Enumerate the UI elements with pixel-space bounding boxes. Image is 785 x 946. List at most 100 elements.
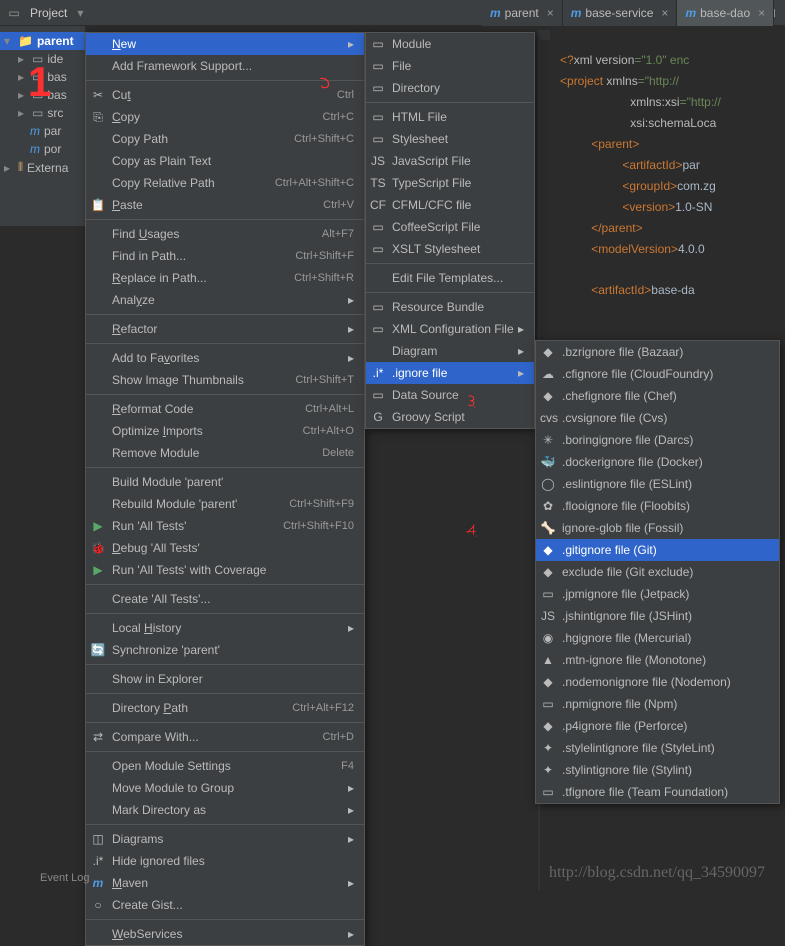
menu-item[interactable]: Optimize ImportsCtrl+Alt+O	[86, 420, 364, 442]
menu-item[interactable]: Add Framework Support...	[86, 55, 364, 77]
menu-item[interactable]: ◆.chefignore file (Chef)	[536, 385, 779, 407]
menu-item[interactable]: 🐞Debug 'All Tests'	[86, 537, 364, 559]
menu-item[interactable]: ▭XML Configuration File▸	[366, 318, 534, 340]
tree-item[interactable]: ▸▭src	[0, 104, 85, 122]
menu-item[interactable]: ✂CutCtrl	[86, 84, 364, 106]
menu-item[interactable]: ◆exclude file (Git exclude)	[536, 561, 779, 583]
shortcut: Ctrl+Alt+F12	[292, 702, 354, 714]
menu-item[interactable]: ◆.p4ignore file (Perforce)	[536, 715, 779, 737]
menu-item[interactable]: ◆.bzrignore file (Bazaar)	[536, 341, 779, 363]
tree-item[interactable]: ▸▭bas	[0, 86, 85, 104]
menu-item[interactable]: Show in Explorer	[86, 668, 364, 690]
menu-item[interactable]: New▸	[86, 33, 364, 55]
menu-item[interactable]: ▭.jpmignore file (Jetpack)	[536, 583, 779, 605]
menu-item[interactable]: Remove ModuleDelete	[86, 442, 364, 464]
menu-item[interactable]: ◆.nodemonignore file (Nodemon)	[536, 671, 779, 693]
menu-item[interactable]: 🔄Synchronize 'parent'	[86, 639, 364, 661]
menu-item[interactable]: ▭Stylesheet	[366, 128, 534, 150]
menu-item[interactable]: ▭Resource Bundle	[366, 296, 534, 318]
menu-item[interactable]: ▶Run 'All Tests'Ctrl+Shift+F10	[86, 515, 364, 537]
menu-item[interactable]: .i*Hide ignored files	[86, 850, 364, 872]
menu-item[interactable]: Create 'All Tests'...	[86, 588, 364, 610]
menu-item[interactable]: Add to Favorites▸	[86, 347, 364, 369]
tab-base-dao[interactable]: mbase-dao×	[677, 0, 774, 26]
menu-item[interactable]: mMaven▸	[86, 872, 364, 894]
menu-item[interactable]: Replace in Path...Ctrl+Shift+R	[86, 267, 364, 289]
close-icon[interactable]: ×	[547, 6, 554, 20]
menu-icon: ▭	[370, 59, 386, 73]
menu-item[interactable]: JS.jshintignore file (JSHint)	[536, 605, 779, 627]
menu-item[interactable]: ⎘CopyCtrl+C	[86, 106, 364, 128]
menu-item[interactable]: ◉.hgignore file (Mercurial)	[536, 627, 779, 649]
menu-item[interactable]: cvs.cvsignore file (Cvs)	[536, 407, 779, 429]
menu-item[interactable]: ◫Diagrams▸	[86, 828, 364, 850]
menu-item[interactable]: Find in Path...Ctrl+Shift+F	[86, 245, 364, 267]
tree-item[interactable]: ▸▭bas	[0, 68, 85, 86]
menu-item[interactable]: ▭Module	[366, 33, 534, 55]
menu-item[interactable]: Copy PathCtrl+Shift+C	[86, 128, 364, 150]
menu-item[interactable]: 🦴ignore-glob file (Fossil)	[536, 517, 779, 539]
menu-item[interactable]: Build Module 'parent'	[86, 471, 364, 493]
menu-item[interactable]: JSJavaScript File	[366, 150, 534, 172]
menu-item[interactable]: ✿.flooignore file (Floobits)	[536, 495, 779, 517]
menu-item[interactable]: Directory PathCtrl+Alt+F12	[86, 697, 364, 719]
menu-item[interactable]: ▲.mtn-ignore file (Monotone)	[536, 649, 779, 671]
menu-label: Diagram	[392, 344, 437, 358]
menu-item[interactable]: ▶Run 'All Tests' with Coverage	[86, 559, 364, 581]
menu-item[interactable]: Analyze▸	[86, 289, 364, 311]
menu-item[interactable]: ▭XSLT Stylesheet	[366, 238, 534, 260]
menu-item[interactable]: Copy as Plain Text	[86, 150, 364, 172]
tree-external[interactable]: ▸⫴Externa	[0, 158, 85, 177]
menu-item[interactable]: ◆.gitignore file (Git)	[536, 539, 779, 561]
menu-item[interactable]: ▭Directory	[366, 77, 534, 99]
event-log[interactable]: Event Log	[40, 872, 90, 884]
menu-item[interactable]: ○Create Gist...	[86, 894, 364, 916]
menu-item[interactable]: Rebuild Module 'parent'Ctrl+Shift+F9	[86, 493, 364, 515]
close-icon[interactable]: ×	[758, 6, 765, 20]
tab-base-service[interactable]: mbase-service×	[563, 0, 678, 26]
menu-item[interactable]: ☁.cfignore file (CloudFoundry)	[536, 363, 779, 385]
menu-item[interactable]: CFCFML/CFC file	[366, 194, 534, 216]
menu-item[interactable]: Diagram▸	[366, 340, 534, 362]
menu-item[interactable]: GGroovy Script	[366, 406, 534, 428]
menu-item[interactable]: ▭CoffeeScript File	[366, 216, 534, 238]
menu-item[interactable]: ✦.stylintignore file (Stylint)	[536, 759, 779, 781]
shortcut: Alt+F7	[322, 228, 354, 240]
menu-item[interactable]: ⇄Compare With...Ctrl+D	[86, 726, 364, 748]
menu-item[interactable]: Find UsagesAlt+F7	[86, 223, 364, 245]
menu-item[interactable]: .i*.ignore file▸	[366, 362, 534, 384]
tree-item[interactable]: m por	[0, 140, 85, 158]
menu-item[interactable]: ✦.stylelintignore file (StyleLint)	[536, 737, 779, 759]
menu-item[interactable]: Local History▸	[86, 617, 364, 639]
tree-item[interactable]: ▸▭ide	[0, 50, 85, 68]
tree-root[interactable]: ▾📁parent	[0, 32, 85, 50]
menu-item[interactable]: ◯.eslintignore file (ESLint)	[536, 473, 779, 495]
menu-item[interactable]: 🐳.dockerignore file (Docker)	[536, 451, 779, 473]
dropdown-icon[interactable]: ▾	[77, 6, 83, 20]
submenu-arrow-icon: ▸	[348, 621, 354, 635]
menu-item[interactable]: ▭Data Source	[366, 384, 534, 406]
menu-item[interactable]: Edit File Templates...	[366, 267, 534, 289]
menu-item[interactable]: Refactor▸	[86, 318, 364, 340]
menu-label: .nodemonignore file (Nodemon)	[562, 675, 731, 689]
menu-item[interactable]: TSTypeScript File	[366, 172, 534, 194]
menu-item[interactable]: Move Module to Group▸	[86, 777, 364, 799]
menu-item[interactable]: Reformat CodeCtrl+Alt+L	[86, 398, 364, 420]
menu-item[interactable]: Show Image ThumbnailsCtrl+Shift+T	[86, 369, 364, 391]
menu-item[interactable]: Copy Relative PathCtrl+Alt+Shift+C	[86, 172, 364, 194]
menu-item[interactable]: ✳.boringignore file (Darcs)	[536, 429, 779, 451]
menu-item[interactable]: ▭.tfignore file (Team Foundation)	[536, 781, 779, 803]
tab-parent[interactable]: mparent×	[482, 0, 563, 26]
menu-item[interactable]: ▭.npmignore file (Npm)	[536, 693, 779, 715]
menu-item[interactable]: Mark Directory as▸	[86, 799, 364, 821]
menu-item[interactable]: 📋PasteCtrl+V	[86, 194, 364, 216]
tree-item[interactable]: m par	[0, 122, 85, 140]
menu-item[interactable]: Open Module SettingsF4	[86, 755, 364, 777]
shortcut: Ctrl+V	[323, 199, 354, 211]
separator	[86, 219, 364, 220]
menu-item[interactable]: ▭File	[366, 55, 534, 77]
close-icon[interactable]: ×	[661, 6, 668, 20]
menu-item[interactable]: WebServices▸	[86, 923, 364, 945]
menu-icon: CF	[370, 198, 386, 212]
menu-item[interactable]: ▭HTML File	[366, 106, 534, 128]
